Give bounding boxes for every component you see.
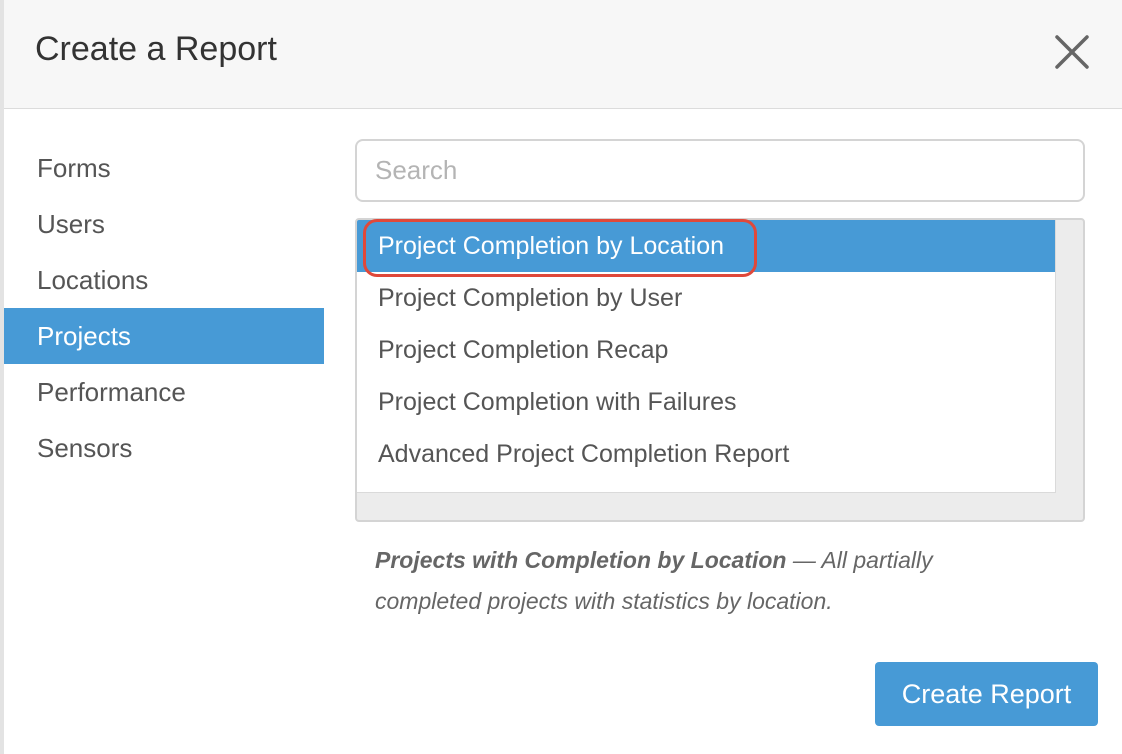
report-item-completion-by-user[interactable]: Project Completion by User <box>357 272 1055 324</box>
sidebar-item-projects[interactable]: Projects <box>4 308 324 364</box>
report-list: Project Completion by Location Project C… <box>357 220 1056 493</box>
sidebar-item-locations[interactable]: Locations <box>4 252 324 308</box>
dialog-header: Create a Report <box>4 0 1122 109</box>
sidebar-item-performance[interactable]: Performance <box>4 364 324 420</box>
report-item-advanced-completion[interactable]: Advanced Project Completion Report <box>357 428 1055 480</box>
sidebar-item-sensors[interactable]: Sensors <box>4 420 324 476</box>
create-report-button[interactable]: Create Report <box>875 662 1098 726</box>
description-separator: — <box>786 547 822 573</box>
search-input[interactable] <box>355 139 1085 202</box>
report-item-completion-by-location[interactable]: Project Completion by Location <box>357 220 1055 272</box>
sidebar-item-users[interactable]: Users <box>4 196 324 252</box>
close-button[interactable] <box>1050 30 1094 74</box>
report-item-completion-with-failures[interactable]: Project Completion with Failures <box>357 376 1055 428</box>
report-listbox[interactable]: Project Completion by Location Project C… <box>355 218 1085 522</box>
create-report-dialog: Create a Report Forms Users Locations Pr… <box>0 0 1122 754</box>
sidebar-item-forms[interactable]: Forms <box>4 140 324 196</box>
category-sidebar: Forms Users Locations Projects Performan… <box>4 140 324 476</box>
close-x-icon <box>1055 35 1089 69</box>
description-title: Projects with Completion by Location <box>375 547 787 573</box>
report-description: Projects with Completion by Location — A… <box>375 540 1015 622</box>
report-item-completion-recap[interactable]: Project Completion Recap <box>357 324 1055 376</box>
dialog-title: Create a Report <box>35 30 277 68</box>
